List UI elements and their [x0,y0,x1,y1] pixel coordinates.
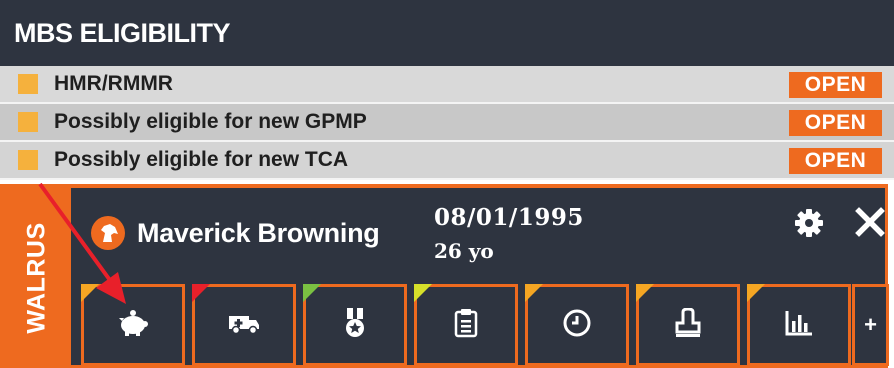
ambulance-icon [227,311,261,340]
status-marker [18,150,38,170]
status-marker [18,112,38,132]
tile-piggy-bank[interactable] [81,284,185,366]
patient-age: 26 yo [434,239,494,263]
more-tiles-button[interactable]: + [852,284,889,366]
tile-flag [525,284,543,302]
clipboard-icon [454,308,478,343]
tile-flag [81,284,99,302]
tile-flag [192,284,210,302]
tile-flag [747,284,765,302]
medal-icon [342,307,368,344]
mbs-item-label: HMR/RMMR [54,72,173,95]
tile-medal[interactable] [303,284,407,366]
tile-bar-chart[interactable] [747,284,851,366]
open-button[interactable]: OPEN [789,72,882,98]
mbs-list: HMR/RMMR OPEN Possibly eligible for new … [0,66,894,180]
mbs-item-label: Possibly eligible for new TCA [54,148,349,171]
tile-stamp[interactable] [636,284,740,366]
patient-card: WALRUS Maverick Browning 08/01/1995 26 y… [0,184,894,368]
mbs-item-gpmp[interactable]: Possibly eligible for new GPMP OPEN [0,104,894,142]
tile-flag [414,284,432,302]
tile-flag [303,284,321,302]
mbs-title: MBS ELIGIBILITY [14,17,231,48]
date-of-birth: 08/01/1995 [434,204,584,231]
status-marker [18,74,38,94]
clock-icon [562,308,592,343]
mbs-item-hmr[interactable]: HMR/RMMR OPEN [0,66,894,104]
open-button[interactable]: OPEN [789,110,882,136]
stamp-icon [673,306,703,343]
tile-clipboard[interactable] [414,284,518,366]
patient-card-body: WALRUS Maverick Browning 08/01/1995 26 y… [0,184,889,368]
open-button[interactable]: OPEN [789,148,882,174]
walrus-side-tab[interactable]: WALRUS [3,188,71,365]
gear-icon[interactable] [793,207,825,239]
horse-head-icon [91,216,125,250]
tile-clock[interactable] [525,284,629,366]
tile-ambulance[interactable] [192,284,296,366]
patient-name: Maverick Browning [137,218,380,248]
mbs-item-label: Possibly eligible for new GPMP [54,110,367,133]
bar-chart-icon [784,309,814,342]
mbs-eligibility-header: MBS ELIGIBILITY [0,0,894,66]
mbs-item-tca[interactable]: Possibly eligible for new TCA OPEN [0,142,894,180]
tile-flag [636,284,654,302]
piggy-bank-icon [116,309,150,342]
close-icon[interactable] [854,206,886,238]
side-tab-label: WALRUS [22,222,51,334]
